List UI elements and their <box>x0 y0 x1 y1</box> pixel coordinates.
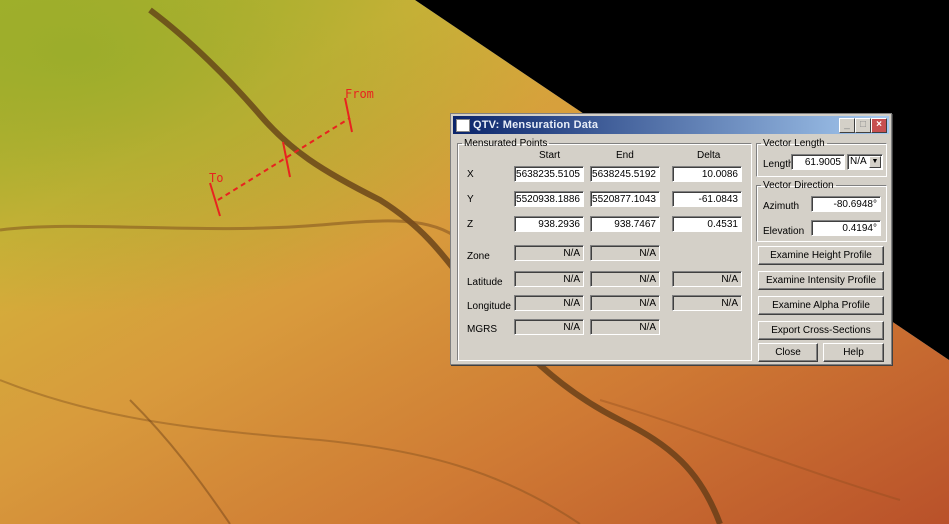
y-delta-field[interactable]: -61.0843 <box>672 191 742 207</box>
export-cross-sections-button[interactable]: Export Cross-Sections <box>758 321 884 340</box>
y-end-field[interactable]: 5520877.1043 <box>590 191 660 207</box>
col-delta-header: Delta <box>697 150 721 161</box>
zone-end-field: N/A <box>590 245 660 261</box>
z-label: Z <box>467 219 474 230</box>
longitude-delta-field: N/A <box>672 295 742 311</box>
mensurated-points-legend: Mensurated Points <box>464 138 548 149</box>
examine-height-profile-button[interactable]: Examine Height Profile <box>758 246 884 265</box>
z-end-field[interactable]: 938.7467 <box>590 216 660 232</box>
close-window-button[interactable]: × <box>871 118 887 133</box>
elevation-label: Elevation <box>763 226 805 237</box>
col-start-header: Start <box>539 150 561 161</box>
length-unit-value: N/A <box>850 156 867 167</box>
zone-label: Zone <box>467 251 490 262</box>
x-delta-field[interactable]: 10.0086 <box>672 166 742 182</box>
x-end-field[interactable]: 5638245.5192 <box>590 166 660 182</box>
vector-direction-legend: Vector Direction <box>763 180 834 191</box>
y-label: Y <box>467 194 474 205</box>
latitude-start-field: N/A <box>514 271 584 287</box>
examine-intensity-profile-button[interactable]: Examine Intensity Profile <box>758 271 884 290</box>
longitude-label: Longitude <box>467 301 511 312</box>
dialog-titlebar[interactable]: QTV: Mensuration Data _ □ × <box>453 116 889 134</box>
x-start-field[interactable]: 5638235.5105 <box>514 166 584 182</box>
close-button[interactable]: Close <box>758 343 818 362</box>
col-end-header: End <box>616 150 634 161</box>
x-label: X <box>467 169 474 180</box>
elevation-field[interactable]: 0.4194° <box>811 220 881 236</box>
app-icon <box>456 119 470 132</box>
z-start-field[interactable]: 938.2936 <box>514 216 584 232</box>
examine-alpha-profile-button[interactable]: Examine Alpha Profile <box>758 296 884 315</box>
help-button[interactable]: Help <box>823 343 884 362</box>
length-label: Length <box>763 159 794 170</box>
zone-start-field: N/A <box>514 245 584 261</box>
mgrs-start-field: N/A <box>514 319 584 335</box>
mensuration-dialog[interactable]: QTV: Mensuration Data _ □ × Mensurated P… <box>450 113 892 365</box>
latitude-delta-field: N/A <box>672 271 742 287</box>
azimuth-label: Azimuth <box>763 201 800 212</box>
maximize-button[interactable]: □ <box>855 118 871 133</box>
chevron-down-icon[interactable]: ▼ <box>869 156 881 168</box>
dialog-title: QTV: Mensuration Data <box>473 119 599 131</box>
from-marker-label: From <box>345 87 374 101</box>
mgrs-label: MGRS <box>467 324 497 335</box>
mgrs-end-field: N/A <box>590 319 660 335</box>
terrain-viewport[interactable]: From To QTV: Mensuration Data _ □ × Mens… <box>0 0 949 524</box>
latitude-end-field: N/A <box>590 271 660 287</box>
latitude-label: Latitude <box>467 277 503 288</box>
length-field[interactable]: 61.9005 <box>791 154 845 170</box>
azimuth-field[interactable]: -80.6948° <box>811 196 881 212</box>
longitude-start-field: N/A <box>514 295 584 311</box>
length-unit-select[interactable]: N/A ▼ <box>847 154 883 170</box>
y-start-field[interactable]: 5520938.1886 <box>514 191 584 207</box>
minimize-button[interactable]: _ <box>839 118 855 133</box>
to-marker-label: To <box>209 171 223 185</box>
longitude-end-field: N/A <box>590 295 660 311</box>
vector-length-legend: Vector Length <box>763 138 825 149</box>
z-delta-field[interactable]: 0.4531 <box>672 216 742 232</box>
